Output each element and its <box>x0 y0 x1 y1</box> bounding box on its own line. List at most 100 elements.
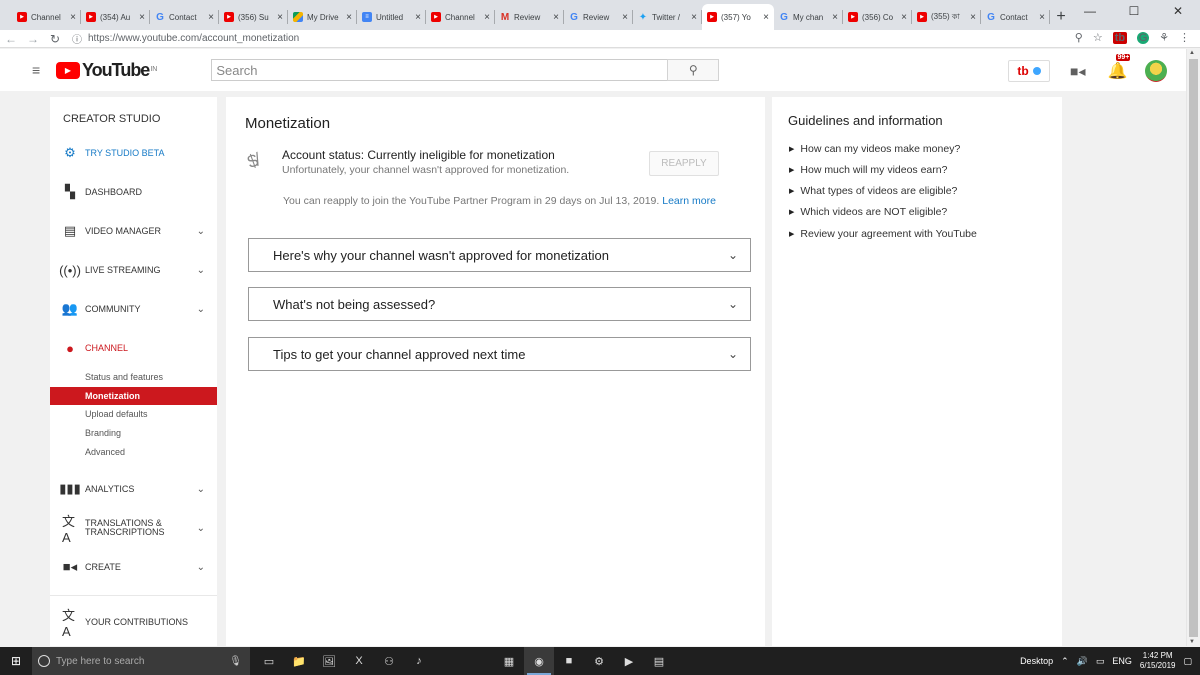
bookmark-star-icon[interactable]: ☆ <box>1093 31 1103 44</box>
store-app-icon[interactable]: ▦ <box>494 647 524 675</box>
browser-tab[interactable]: ▶ (356) Co × <box>843 4 912 30</box>
sidebar-item-try-studio-beta[interactable]: ⚙ TRY STUDIO BETA <box>50 141 217 165</box>
sidebar-item-dashboard[interactable]: ▚ DASHBOARD <box>50 180 217 204</box>
accordion-tips[interactable]: Tips to get your channel approved next t… <box>248 337 751 371</box>
scroll-down-icon[interactable]: ▼ <box>1189 639 1195 645</box>
sidebar-item-community[interactable]: 👥 COMMUNITY ⌄ <box>50 297 217 321</box>
browser-tab[interactable]: G Contact × <box>981 4 1050 30</box>
sidebar-item-live-streaming[interactable]: ((•)) LIVE STREAMING ⌄ <box>50 258 217 282</box>
forward-icon[interactable]: → <box>22 32 44 46</box>
sidebar-subitem-upload-defaults[interactable]: Upload defaults <box>50 405 217 423</box>
menu-icon[interactable]: ⋮ <box>1179 31 1190 44</box>
guideline-link[interactable]: ▶ What types of videos are eligible? <box>789 185 957 197</box>
chrome-icon[interactable]: ◉ <box>524 647 554 675</box>
language-indicator[interactable]: ENG <box>1112 656 1132 666</box>
browser-tab[interactable]: G Contact × <box>150 4 219 30</box>
chevron-down-icon[interactable]: ⌄ <box>197 523 205 534</box>
chevron-down-icon[interactable]: ⌄ <box>197 265 205 276</box>
video-camera-icon[interactable]: ■◂ <box>1070 63 1085 80</box>
maximize-icon[interactable]: ☐ <box>1112 0 1156 22</box>
sidebar-item-analytics[interactable]: ▮▮▮ ANALYTICS ⌄ <box>50 477 217 501</box>
browser-tab[interactable]: G My chan × <box>774 4 843 30</box>
notifications-bell-icon[interactable]: 🔔 99+ <box>1107 54 1131 81</box>
reload-icon[interactable]: ↻ <box>44 32 66 46</box>
sidebar-item-channel[interactable]: ● CHANNEL <box>50 336 217 360</box>
avatar[interactable] <box>1145 60 1168 82</box>
chevron-down-icon[interactable]: ⌄ <box>197 484 205 495</box>
chevron-up-icon[interactable]: ⌃ <box>1061 656 1069 667</box>
close-tab-icon[interactable]: × <box>553 12 559 23</box>
sidebar-subitem-branding[interactable]: Branding <box>50 424 217 442</box>
youtube-logo[interactable]: ▶ YouTube IN <box>56 60 157 81</box>
grammarly-extension-icon[interactable]: G <box>1137 31 1150 44</box>
search-button[interactable]: ⚲ <box>667 59 720 81</box>
close-tab-icon[interactable]: × <box>70 12 76 23</box>
sidebar-item-your-contributions[interactable]: 文A YOUR CONTRIBUTIONS <box>50 608 217 639</box>
search-input[interactable]: Search <box>211 59 668 81</box>
windows-start-icon[interactable]: ⊞ <box>0 654 32 668</box>
network-icon[interactable]: ▭ <box>1096 656 1105 667</box>
accordion-why-not-approved[interactable]: Here's why your channel wasn't approved … <box>248 238 751 272</box>
chevron-down-icon[interactable]: ⌄ <box>197 562 205 573</box>
people-app-icon[interactable]: ⚇ <box>374 647 404 675</box>
sidebar-subitem-status-and-features[interactable]: Status and features <box>50 368 217 386</box>
browser-tab[interactable]: My Drive × <box>288 4 357 30</box>
minimize-icon[interactable]: — <box>1068 0 1112 22</box>
close-tab-icon[interactable]: × <box>484 12 490 23</box>
settings-gear-icon[interactable]: ⚙ <box>584 647 614 675</box>
close-tab-icon[interactable]: × <box>622 12 628 23</box>
close-tab-icon[interactable]: × <box>832 12 838 23</box>
sidebar-item-create[interactable]: ■◂ CREATE ⌄ <box>50 555 217 579</box>
browser-tab[interactable]: ▶ (355) কা × <box>912 4 981 30</box>
url-field[interactable]: ⓘ https://www.youtube.com/account_moneti… <box>72 31 1112 47</box>
guideline-link[interactable]: ▶ How can my videos make money? <box>789 143 960 155</box>
volume-icon[interactable]: 🔊 <box>1077 656 1088 667</box>
excel-icon[interactable]: X <box>344 647 374 675</box>
tubebuddy-button[interactable]: tb <box>1008 60 1050 82</box>
red-app-icon[interactable]: ■ <box>554 647 584 675</box>
browser-tab-active[interactable]: ▶ (357) Yo × <box>702 4 774 30</box>
browser-tab[interactable]: ▶ (354) Au × <box>81 4 150 30</box>
close-tab-icon[interactable]: × <box>970 12 976 23</box>
sidebar-subitem-monetization[interactable]: Monetization <box>50 387 217 405</box>
hamburger-menu-icon[interactable]: ≡ <box>32 62 44 78</box>
back-icon[interactable]: ← <box>0 32 22 46</box>
task-view-icon[interactable]: ▭ <box>254 647 284 675</box>
guideline-link[interactable]: ▶ Which videos are NOT eligible? <box>789 206 947 218</box>
close-tab-icon[interactable]: × <box>277 12 283 23</box>
guideline-link[interactable]: ▶ How much will my videos earn? <box>789 164 947 176</box>
close-window-icon[interactable]: ✕ <box>1156 0 1200 22</box>
accordion-not-assessed[interactable]: What's not being assessed? ⌄ <box>248 287 751 321</box>
notepad-icon[interactable]: ▤ <box>644 647 674 675</box>
close-tab-icon[interactable]: × <box>208 12 214 23</box>
clock[interactable]: 1:42 PM 6/15/2019 <box>1140 651 1176 671</box>
scrollbar-thumb[interactable] <box>1189 59 1198 637</box>
close-tab-icon[interactable]: × <box>901 12 907 23</box>
close-tab-icon[interactable]: × <box>346 12 352 23</box>
info-icon[interactable]: ⓘ <box>72 31 82 46</box>
close-tab-icon[interactable]: × <box>691 12 697 23</box>
browser-tab[interactable]: ▶ Channel × <box>12 4 81 30</box>
profile-extension-icon[interactable]: ⚘ <box>1159 31 1169 44</box>
chevron-down-icon[interactable]: ⌄ <box>728 248 738 262</box>
guideline-link[interactable]: ▶ Review your agreement with YouTube <box>789 228 977 240</box>
browser-tab[interactable]: G Review × <box>564 4 633 30</box>
taskbar-search-input[interactable]: Type here to search 🎙 <box>32 647 250 675</box>
chevron-down-icon[interactable]: ⌄ <box>197 304 205 315</box>
close-tab-icon[interactable]: × <box>1039 12 1045 23</box>
sidebar-item-video-manager[interactable]: ▤ VIDEO MANAGER ⌄ <box>50 219 217 243</box>
chevron-down-icon[interactable]: ⌄ <box>728 297 738 311</box>
microphone-icon[interactable]: 🎙 <box>229 656 242 667</box>
reapply-button[interactable]: REAPPLY <box>649 151 719 176</box>
learn-more-link[interactable]: Learn more <box>662 195 716 207</box>
chevron-down-icon[interactable]: ⌄ <box>197 226 205 237</box>
scroll-up-icon[interactable]: ▲ <box>1189 50 1195 56</box>
close-tab-icon[interactable]: × <box>763 12 769 23</box>
zoom-icon[interactable]: ⚲ <box>1075 31 1083 44</box>
sidebar-item-translations[interactable]: 文A TRANSLATIONS & TRANSCRIPTIONS ⌄ <box>50 514 217 545</box>
browser-tab[interactable]: ✦ Twitter / × <box>633 4 702 30</box>
browser-tab[interactable]: ≡ Untitled × <box>357 4 426 30</box>
sidebar-subitem-advanced[interactable]: Advanced <box>50 443 217 461</box>
chevron-down-icon[interactable]: ⌄ <box>728 347 738 361</box>
fl-studio-icon[interactable]: ♪ <box>404 647 434 675</box>
